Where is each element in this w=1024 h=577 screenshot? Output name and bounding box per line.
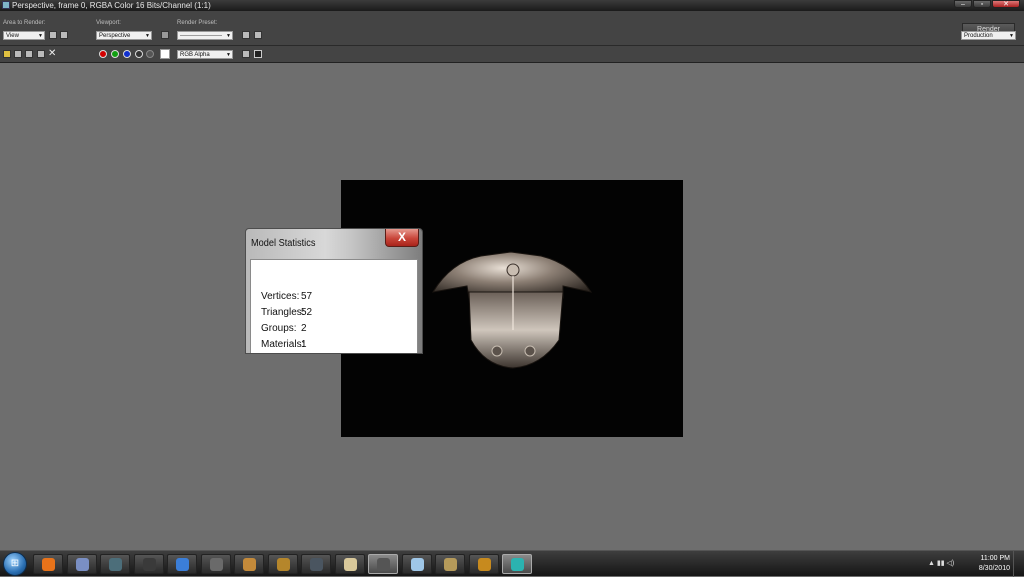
- save-image-icon[interactable]: [3, 50, 11, 58]
- app-gold-icon: [276, 558, 290, 571]
- window-controls: – ▫ ✕: [953, 0, 1020, 8]
- channel-dropdown[interactable]: RGB Alpha ▼: [177, 50, 233, 59]
- render-preset-dropdown[interactable]: --------------------- ▼: [177, 31, 233, 40]
- stat-vertices: Vertices: 57: [261, 291, 312, 302]
- chevron-down-icon: ▼: [1009, 33, 1014, 39]
- render-preset-value: ---------------------: [180, 33, 222, 39]
- system-tray: ▲ ▮▮ ◁) 11:00 PM 8/30/2010: [928, 551, 1024, 577]
- taskbar-app-button[interactable]: [401, 554, 432, 574]
- print-icon[interactable]: [25, 50, 33, 58]
- viewport-dropdown[interactable]: Perspective ▼: [96, 31, 152, 40]
- render-setup-icon[interactable]: [242, 31, 250, 39]
- lock-icon[interactable]: [161, 31, 169, 39]
- clone-icon[interactable]: [14, 50, 22, 58]
- mono-channel-toggle[interactable]: [146, 50, 154, 58]
- stat-materials: Materials: 1: [261, 339, 307, 350]
- taskbar-app-button[interactable]: [334, 554, 365, 574]
- stat-label: Groups:: [261, 323, 297, 334]
- tray-icons[interactable]: ▲ ▮▮ ◁): [928, 559, 954, 567]
- chevron-down-icon: ▼: [226, 52, 231, 58]
- stat-value: 2: [301, 323, 307, 334]
- start-button[interactable]: ⊞: [3, 552, 27, 576]
- viewport-label: Viewport:: [96, 20, 121, 26]
- stat-groups: Groups: 2: [261, 323, 307, 334]
- render-preset-label: Render Preset:: [177, 20, 218, 26]
- app-shield-icon: [142, 558, 156, 571]
- area-to-render-label: Area to Render:: [3, 20, 46, 26]
- app-skull-icon: [343, 558, 357, 571]
- stat-label: Triangles:: [261, 307, 305, 318]
- app-window-icon: [410, 558, 424, 571]
- window-title: Perspective, frame 0, RGBA Color 16 Bits…: [12, 1, 211, 10]
- area-to-render-dropdown[interactable]: View ▼: [3, 31, 45, 40]
- clear-icon[interactable]: ✕: [48, 48, 56, 59]
- taskbar-app-button[interactable]: [301, 554, 331, 574]
- app-icon[interactable]: [2, 1, 10, 9]
- viewport-value: Perspective: [99, 33, 131, 39]
- area-to-render-value: View: [6, 33, 19, 39]
- taskbar-app-button[interactable]: [267, 554, 298, 574]
- stat-label: Vertices:: [261, 291, 300, 302]
- dialog-close-button[interactable]: X: [385, 229, 419, 247]
- app-flame-icon: [477, 558, 491, 571]
- app-swirl-icon: [511, 558, 524, 571]
- dialog-body: Vertices: 57 Triangles: 52 Groups: 2 Mat…: [250, 259, 418, 353]
- stat-value: 57: [301, 291, 313, 302]
- alpha-channel-toggle[interactable]: [135, 50, 143, 58]
- app-diamond-icon: [75, 558, 89, 571]
- starcraft-icon: [109, 558, 122, 571]
- app-dark-icon: [310, 558, 323, 571]
- production-dropdown[interactable]: Production ▼: [961, 31, 1016, 40]
- chevron-down-icon: ▼: [145, 33, 150, 39]
- taskbar: ⊞ ▲ ▮▮ ◁) 11:00 PM 8/30/2010: [0, 550, 1024, 577]
- taskbar-app-button[interactable]: [234, 554, 264, 574]
- blue-channel-toggle[interactable]: [123, 50, 131, 58]
- chevron-down-icon: ▼: [226, 33, 231, 39]
- app-emblem-icon: [209, 558, 223, 571]
- color-swatch[interactable]: [160, 49, 170, 59]
- stat-value: 52: [301, 307, 313, 318]
- taskbar-app-button[interactable]: [133, 554, 164, 574]
- app-portrait-icon: [243, 558, 256, 571]
- taskbar-app-button[interactable]: [368, 554, 398, 574]
- minimize-button[interactable]: –: [954, 0, 972, 8]
- taskbar-app-button[interactable]: [435, 554, 465, 574]
- close-window-button[interactable]: ✕: [992, 0, 1020, 8]
- model-statistics-dialog: Model Statistics X Vertices: 57 Triangle…: [245, 228, 423, 354]
- clock-time[interactable]: 11:00 PM: [981, 555, 1010, 562]
- red-channel-toggle[interactable]: [99, 50, 107, 58]
- maximize-button[interactable]: ▫: [973, 0, 991, 8]
- app-scroll-icon: [444, 558, 457, 571]
- green-channel-toggle[interactable]: [111, 50, 119, 58]
- taskbar-app-button[interactable]: [100, 554, 130, 574]
- production-value: Production: [964, 33, 993, 39]
- frame-buffer-toolbar: ✕ RGB Alpha ▼: [0, 46, 1024, 63]
- show-desktop-button[interactable]: [1013, 551, 1024, 577]
- copy-icon[interactable]: [37, 50, 45, 58]
- taskbar-app-button[interactable]: [33, 554, 63, 574]
- auto-region-icon[interactable]: [60, 31, 68, 39]
- display-toggle-icon[interactable]: [242, 50, 250, 58]
- taskbar-app-button[interactable]: [502, 554, 532, 574]
- chevron-down-icon: ▼: [38, 33, 43, 39]
- taskbar-app-button[interactable]: [468, 554, 499, 574]
- app-blue-icon: [176, 558, 189, 571]
- dialog-title: Model Statistics: [251, 238, 316, 249]
- stat-value: 1: [301, 339, 307, 350]
- environment-icon[interactable]: [254, 31, 262, 39]
- channel-value: RGB Alpha: [180, 52, 210, 58]
- taskbar-app-button[interactable]: [167, 554, 197, 574]
- taskbar-app-button[interactable]: [66, 554, 97, 574]
- stat-triangles: Triangles: 52: [261, 307, 312, 318]
- edit-region-icon[interactable]: [49, 31, 57, 39]
- stat-label: Materials:: [261, 339, 305, 350]
- taskbar-app-button[interactable]: [200, 554, 231, 574]
- app-grey-icon: [377, 558, 390, 571]
- clock-date[interactable]: 8/30/2010: [979, 565, 1010, 572]
- render-toolbar: Area to Render: View ▼ Viewport: Perspect…: [0, 11, 1024, 46]
- panel-toggle-icon[interactable]: [254, 50, 262, 58]
- window-titlebar: Perspective, frame 0, RGBA Color 16 Bits…: [0, 0, 1024, 11]
- firefox-icon: [42, 558, 55, 571]
